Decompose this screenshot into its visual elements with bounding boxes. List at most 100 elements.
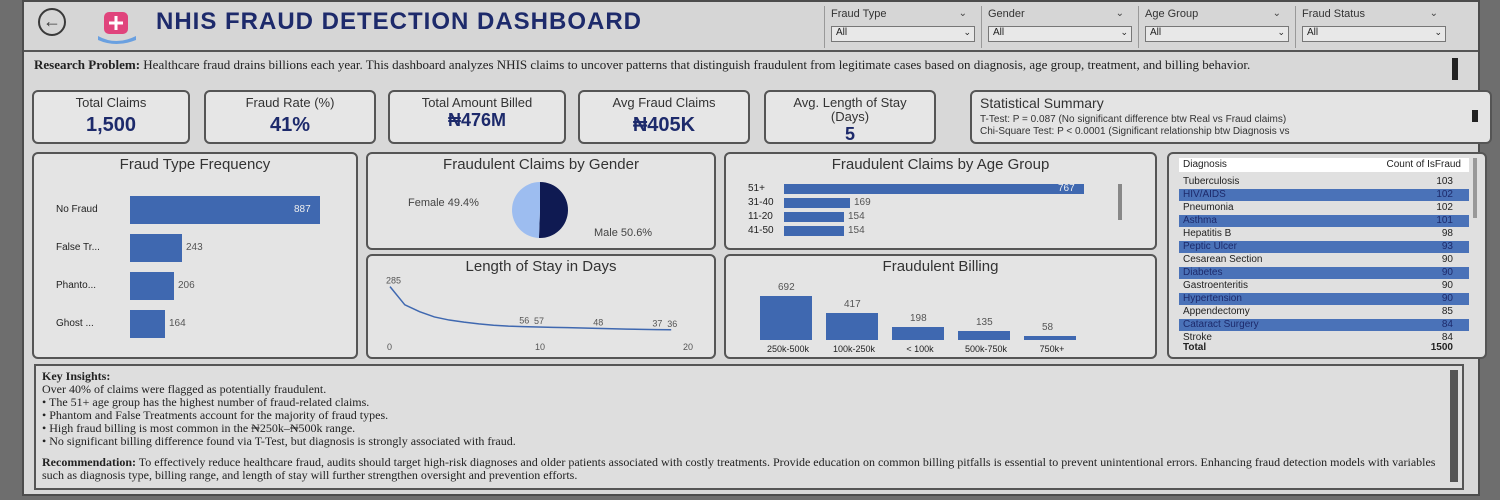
kpi-value: 5 xyxy=(844,124,855,144)
filter-value: All xyxy=(993,27,1005,38)
insight-item: • No significant billing difference foun… xyxy=(42,434,516,448)
filter-value: All xyxy=(1307,27,1319,38)
length-of-stay-card: Length of Stay in Days 285 56 57 48 37 36 0 10 2… xyxy=(366,254,716,359)
fraud-count: 90 xyxy=(1441,267,1453,278)
filter-age-group[interactable]: Age Group ⌄ All ⌄ xyxy=(1138,6,1295,48)
filter-gender[interactable]: Gender ⌄ All ⌄ xyxy=(981,6,1138,48)
bar[interactable] xyxy=(784,212,844,222)
data-label: 56 xyxy=(519,316,529,326)
chevron-down-icon: ⌄ xyxy=(963,27,971,37)
data-label: 767 xyxy=(1058,183,1075,194)
filter-fraud-type[interactable]: Fraud Type ⌄ All ⌄ xyxy=(824,6,981,48)
data-label: 58 xyxy=(1042,322,1054,333)
fraud-type-chart: No Fraud 887 False Tr... 243 Phanto... 206 Gho… xyxy=(34,154,356,357)
recommendation-text: To effectively reduce healthcare fraud, … xyxy=(42,455,1436,482)
category-label: False Tr... xyxy=(56,242,100,253)
column-header[interactable]: Diagnosis xyxy=(1183,159,1227,170)
scrollbar[interactable] xyxy=(1450,370,1458,482)
diagnosis-name: Cesarean Section xyxy=(1183,254,1263,265)
table-row[interactable]: Tuberculosis 103 xyxy=(1179,176,1469,188)
data-label: 169 xyxy=(854,197,871,208)
table-header: Diagnosis Count of IsFraud xyxy=(1179,158,1469,172)
data-label: 887 xyxy=(294,204,311,215)
table-row[interactable]: Asthma 101 xyxy=(1179,215,1469,227)
pie-slice-female[interactable] xyxy=(511,182,540,238)
total-value: 1500 xyxy=(1430,342,1453,353)
chevron-down-icon[interactable]: ⌄ xyxy=(959,8,967,19)
category-label: Phanto... xyxy=(56,280,97,291)
bar[interactable] xyxy=(826,313,878,340)
filter-label: Age Group xyxy=(1145,8,1199,20)
filter-value: All xyxy=(1150,27,1162,38)
x-tick-label: 10 xyxy=(535,342,545,352)
bar[interactable] xyxy=(130,310,165,338)
filter-select[interactable]: All ⌄ xyxy=(1145,26,1289,42)
table-row[interactable]: Cataract Surgery 84 xyxy=(1179,319,1469,331)
bar[interactable] xyxy=(784,184,1084,194)
pie-slice-male[interactable] xyxy=(538,182,568,238)
table-row[interactable]: Hepatitis B 98 xyxy=(1179,228,1469,240)
x-tick-label: 750k+ xyxy=(1039,344,1065,354)
billing-chart: 692 250k-500k 417 100k-250k 198 < 100k 135 500k… xyxy=(726,256,1155,357)
bar[interactable] xyxy=(130,272,174,300)
pie-label-male: Male 50.6% xyxy=(594,227,652,239)
scrollbar[interactable] xyxy=(1452,58,1458,80)
filter-fraud-status[interactable]: Fraud Status ⌄ All ⌄ xyxy=(1295,6,1452,48)
kpi-label: Total Amount Billed xyxy=(421,95,533,110)
page-title: NHIS FRAUD DETECTION DASHBOARD xyxy=(156,8,642,35)
diagnosis-table: Diagnosis Count of IsFraud Tuberculosis 1… xyxy=(1167,152,1487,359)
scrollbar[interactable] xyxy=(1473,158,1477,218)
chevron-down-icon[interactable]: ⌄ xyxy=(1430,8,1438,19)
diagnosis-name: Hypertension xyxy=(1183,293,1242,304)
chevron-down-icon[interactable]: ⌄ xyxy=(1273,8,1281,19)
fraud-count: 102 xyxy=(1436,202,1453,213)
table-row[interactable]: Diabetes 90 xyxy=(1179,267,1469,279)
diagnosis-name: Tuberculosis xyxy=(1183,176,1240,187)
recommendation: Recommendation: To effectively reduce he… xyxy=(42,456,1456,482)
data-label: 206 xyxy=(178,280,195,291)
bar[interactable] xyxy=(784,198,850,208)
filter-select[interactable]: All ⌄ xyxy=(831,26,975,42)
research-problem-text: Healthcare fraud drains billions each ye… xyxy=(143,58,1251,72)
research-problem: Research Problem: Healthcare fraud drain… xyxy=(34,58,1459,86)
bar[interactable] xyxy=(130,234,182,262)
kpi-avg-length-of-stay: Avg. Length of Stay (Days) 5 xyxy=(764,90,936,144)
diagnosis-name: Asthma xyxy=(1183,215,1217,226)
category-label: 11-20 xyxy=(748,211,773,222)
dashboard-frame: ← NHIS FRAUD DETECTION DASHBOARD Fraud T… xyxy=(22,0,1492,496)
filter-label: Fraud Type xyxy=(831,8,887,20)
series-line[interactable] xyxy=(389,286,672,331)
key-insights: Key Insights: Over 40% of claims were fl… xyxy=(34,364,1464,490)
table-row[interactable]: Peptic Ulcer 93 xyxy=(1179,241,1469,253)
statistical-summary-title: Statistical Summary xyxy=(980,95,1104,111)
arrow-left-icon[interactable]: ← xyxy=(38,8,66,36)
scrollbar[interactable] xyxy=(1118,184,1122,220)
data-label: 285 xyxy=(386,276,401,286)
bar[interactable] xyxy=(1024,336,1076,340)
scrollbar[interactable] xyxy=(1472,110,1478,122)
data-label: 154 xyxy=(848,211,865,222)
category-label: No Fraud xyxy=(56,204,98,215)
diagnosis-name: Gastroenteritis xyxy=(1183,280,1249,291)
bar[interactable] xyxy=(130,196,320,224)
bar[interactable] xyxy=(760,296,812,340)
bar[interactable] xyxy=(892,327,944,340)
table-row[interactable]: Hypertension 90 xyxy=(1179,293,1469,305)
filter-label: Gender xyxy=(988,8,1025,20)
filter-select[interactable]: All ⌄ xyxy=(988,26,1132,42)
bar[interactable] xyxy=(958,331,1010,340)
table-row[interactable]: Appendectomy 85 xyxy=(1179,306,1469,318)
table-row[interactable]: Pneumonia 102 xyxy=(1179,202,1469,214)
fraud-count: 93 xyxy=(1441,241,1453,252)
table-row[interactable]: HIV/AIDS 102 xyxy=(1179,189,1469,201)
data-label: 37 xyxy=(652,319,662,329)
fraud-count: 90 xyxy=(1441,254,1453,265)
kpi-total-billed: Total Amount Billed ₦476M xyxy=(388,90,566,144)
filter-select[interactable]: All ⌄ xyxy=(1302,26,1446,42)
chevron-down-icon[interactable]: ⌄ xyxy=(1116,8,1124,19)
table-row[interactable]: Cesarean Section 90 xyxy=(1179,254,1469,266)
bar[interactable] xyxy=(784,226,844,236)
x-tick-label: 0 xyxy=(387,342,392,352)
table-row[interactable]: Gastroenteritis 90 xyxy=(1179,280,1469,292)
column-header[interactable]: Count of IsFraud xyxy=(1387,159,1461,170)
